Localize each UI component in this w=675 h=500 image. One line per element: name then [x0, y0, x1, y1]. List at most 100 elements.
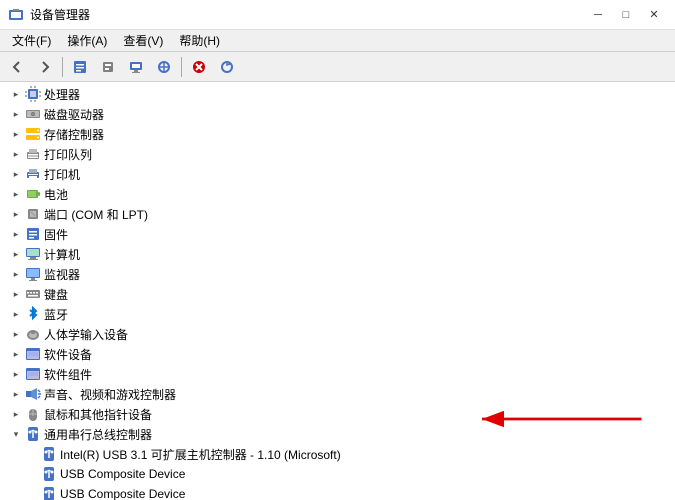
tree-label-usb-root: 通用串行总线控制器	[44, 426, 152, 443]
monitor-icon	[24, 266, 42, 282]
window-controls: ─ □ ✕	[585, 5, 667, 25]
tree-label-usb-composite1: USB Composite Device	[60, 467, 185, 481]
tree-item-usb-composite2[interactable]: USB Composite Device	[0, 484, 675, 500]
tree-label-port: 端口 (COM 和 LPT)	[44, 206, 148, 223]
expand-icon-printer[interactable]: ▸	[8, 166, 24, 182]
title-bar: 设备管理器 ─ □ ✕	[0, 0, 675, 30]
expand-icon-computer[interactable]: ▸	[8, 246, 24, 262]
computer-icon	[129, 60, 143, 74]
software-icon	[24, 346, 42, 362]
minimize-button[interactable]: ─	[585, 5, 611, 25]
expand-icon-mouse[interactable]: ▸	[8, 406, 24, 422]
computer-button[interactable]	[123, 55, 149, 79]
tree-item-software-dev[interactable]: ▸ 软件设备	[0, 344, 675, 364]
port-icon	[24, 206, 42, 222]
tree-label-usb-intel: Intel(R) USB 3.1 可扩展主机控制器 - 1.10 (Micros…	[60, 446, 341, 463]
tree-label-firmware: 固件	[44, 226, 68, 243]
expand-icon-sound[interactable]: ▸	[8, 386, 24, 402]
expand-icon-hid[interactable]: ▸	[8, 326, 24, 342]
menu-bar: 文件(F) 操作(A) 查看(V) 帮助(H)	[0, 30, 675, 52]
expand-icon-usb-composite2[interactable]	[24, 486, 40, 500]
menu-action[interactable]: 操作(A)	[59, 30, 115, 51]
tree-item-storage[interactable]: ▸ 存储控制器	[0, 124, 675, 144]
scan-button[interactable]	[151, 55, 177, 79]
tree-item-keyboard[interactable]: ▸ 键盘	[0, 284, 675, 304]
tree-item-hid[interactable]: ▸ 人体学输入设备	[0, 324, 675, 344]
menu-view[interactable]: 查看(V)	[115, 30, 171, 51]
tree-item-mouse[interactable]: ▸ 鼠标和其他指针设备	[0, 404, 675, 424]
update-icon	[101, 60, 115, 74]
printer-icon	[24, 166, 42, 182]
expand-icon-battery[interactable]: ▸	[8, 186, 24, 202]
uninstall-icon	[192, 60, 206, 74]
tree-item-usb-intel[interactable]: Intel(R) USB 3.1 可扩展主机控制器 - 1.10 (Micros…	[0, 444, 675, 464]
tree-item-usb-root[interactable]: ▾ 通用串行总线控制器	[0, 424, 675, 444]
scan-icon	[157, 60, 171, 74]
tree-item-printqueue[interactable]: ▸ 打印队列	[0, 144, 675, 164]
tree-label-software-dev: 软件设备	[44, 346, 92, 363]
close-button[interactable]: ✕	[641, 5, 667, 25]
tree-label-printqueue: 打印队列	[44, 146, 92, 163]
expand-icon-bluetooth[interactable]: ▸	[8, 306, 24, 322]
expand-icon-port[interactable]: ▸	[8, 206, 24, 222]
forward-button[interactable]	[32, 55, 58, 79]
expand-icon-cpu[interactable]: ▸	[8, 86, 24, 102]
tree-item-bluetooth[interactable]: ▸ 蓝牙	[0, 304, 675, 324]
tree-item-cpu[interactable]: ▸处理器	[0, 84, 675, 104]
tree-label-bluetooth: 蓝牙	[44, 306, 68, 323]
usb-icon	[24, 426, 42, 442]
menu-help[interactable]: 帮助(H)	[171, 30, 228, 51]
tree-label-sound: 声音、视频和游戏控制器	[44, 386, 176, 403]
software-icon	[24, 366, 42, 382]
mouse-icon	[24, 406, 42, 422]
usb-device-icon	[40, 486, 58, 500]
print-queue-icon	[24, 146, 42, 162]
tree-item-sound[interactable]: ▸ 声音、视频和游戏控制器	[0, 384, 675, 404]
update-driver-button[interactable]	[95, 55, 121, 79]
expand-icon-monitor[interactable]: ▸	[8, 266, 24, 282]
tree-label-hid: 人体学输入设备	[44, 326, 128, 343]
tree-item-computer[interactable]: ▸计算机	[0, 244, 675, 264]
tree-label-mouse: 鼠标和其他指针设备	[44, 406, 152, 423]
hid-icon	[24, 326, 42, 342]
refresh-button[interactable]	[214, 55, 240, 79]
expand-icon-usb-root[interactable]: ▾	[8, 426, 24, 442]
toolbar	[0, 52, 675, 82]
expand-icon-printqueue[interactable]: ▸	[8, 146, 24, 162]
refresh-icon	[220, 60, 234, 74]
tree-item-printer[interactable]: ▸打印机	[0, 164, 675, 184]
properties-button[interactable]	[67, 55, 93, 79]
tree-item-port[interactable]: ▸ 端口 (COM 和 LPT)	[0, 204, 675, 224]
sound-icon	[24, 386, 42, 402]
back-icon	[10, 60, 24, 74]
uninstall-button[interactable]	[186, 55, 212, 79]
usb-device-icon	[40, 446, 58, 462]
device-tree[interactable]: ▸处理器▸磁盘驱动器▸存储控制器▸打印队列▸打印机▸电池▸端口 (COM 和 L…	[0, 82, 675, 500]
expand-icon-disk[interactable]: ▸	[8, 106, 24, 122]
expand-icon-usb-intel[interactable]	[24, 446, 40, 462]
tree-item-software-comp[interactable]: ▸ 软件组件	[0, 364, 675, 384]
tree-item-monitor[interactable]: ▸ 监视器	[0, 264, 675, 284]
menu-file[interactable]: 文件(F)	[4, 30, 59, 51]
back-button[interactable]	[4, 55, 30, 79]
tree-item-disk[interactable]: ▸ 磁盘驱动器	[0, 104, 675, 124]
tree-item-battery[interactable]: ▸电池	[0, 184, 675, 204]
expand-icon-keyboard[interactable]: ▸	[8, 286, 24, 302]
expand-icon-usb-composite1[interactable]	[24, 466, 40, 482]
tree-label-storage: 存储控制器	[44, 126, 104, 143]
expand-icon-software-comp[interactable]: ▸	[8, 366, 24, 382]
tree-item-usb-composite1[interactable]: USB Composite Device	[0, 464, 675, 484]
app-icon	[8, 7, 24, 23]
tree-label-keyboard: 键盘	[44, 286, 68, 303]
tree-item-firmware[interactable]: ▸ 固件	[0, 224, 675, 244]
tree-label-monitor: 监视器	[44, 266, 80, 283]
main-content: ▸处理器▸磁盘驱动器▸存储控制器▸打印队列▸打印机▸电池▸端口 (COM 和 L…	[0, 82, 675, 500]
maximize-button[interactable]: □	[613, 5, 639, 25]
cpu-icon	[24, 86, 42, 102]
tree-label-disk: 磁盘驱动器	[44, 106, 104, 123]
expand-icon-firmware[interactable]: ▸	[8, 226, 24, 242]
properties-icon	[73, 60, 87, 74]
tree-label-software-comp: 软件组件	[44, 366, 92, 383]
expand-icon-storage[interactable]: ▸	[8, 126, 24, 142]
expand-icon-software-dev[interactable]: ▸	[8, 346, 24, 362]
